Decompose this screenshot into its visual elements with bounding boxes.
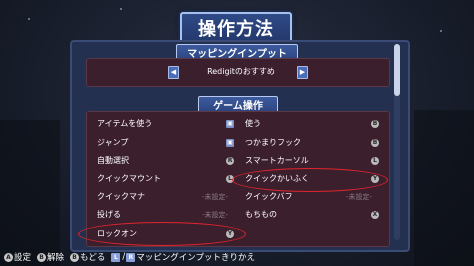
button-hints-bar: A 設定 B 解除 B もどる L / R マッピングインプットきりかえ <box>4 250 261 264</box>
highlight-oval-quick-heal <box>232 168 388 192</box>
hint-label: マッピングインプットきりかえ <box>136 253 255 263</box>
panel-scrollbar[interactable] <box>394 44 400 240</box>
control-label: 使う <box>245 119 261 128</box>
hint-label: 解除 <box>47 253 65 263</box>
r-button-icon: R <box>226 157 234 165</box>
preset-next-arrow-icon[interactable]: ▶ <box>297 66 308 79</box>
dpad-square-icon: ▣ <box>226 139 234 147</box>
control-label: つかまりフック <box>245 138 301 147</box>
control-row-throw[interactable]: 投げる -未設定- <box>90 207 240 223</box>
hint-back: B もどる <box>70 251 105 263</box>
unset-label: -未設定- <box>346 193 373 201</box>
control-label: もちもの <box>245 210 277 219</box>
control-row-grapple-hook[interactable]: つかまりフック B <box>238 135 384 151</box>
control-label: スマートカーソル <box>245 156 309 165</box>
control-row-use-item[interactable]: アイテムを使う ▣ <box>90 116 240 132</box>
star <box>28 18 30 20</box>
star <box>120 8 122 10</box>
r-button-icon: R <box>126 252 136 262</box>
l-button-icon: L <box>371 157 379 165</box>
control-row-inventory[interactable]: もちもの X <box>238 207 384 223</box>
hint-label: 設定 <box>14 253 32 263</box>
b-button-icon: B <box>70 252 80 262</box>
control-label: 自動選択 <box>97 156 129 165</box>
highlight-oval-lock-on <box>78 222 246 246</box>
control-label: クイックマナ <box>97 192 145 201</box>
dpad-square-icon: ▣ <box>226 120 234 128</box>
preset-name: Redigitのおすすめ <box>207 67 275 76</box>
control-row-auto-select[interactable]: 自動選択 R <box>90 153 240 169</box>
b-button-icon: B <box>371 139 379 147</box>
screen-title: 操作方法 <box>198 19 274 40</box>
preset-prev-arrow-icon[interactable]: ◀ <box>168 66 179 79</box>
x-button-icon: X <box>371 211 379 219</box>
b-button-icon: B <box>37 252 47 262</box>
unset-label: -未設定- <box>202 193 229 201</box>
control-row-quick-mount[interactable]: クイックマウント L <box>90 171 240 187</box>
tree-silhouette-left <box>0 120 60 266</box>
star <box>440 30 442 32</box>
hint-switch-mapping: L / R マッピングインプットきりかえ <box>111 251 255 263</box>
scrollbar-thumb[interactable] <box>394 44 400 96</box>
control-label: 投げる <box>97 210 121 219</box>
l-button-icon: L <box>111 252 121 262</box>
control-label: ジャンプ <box>97 138 129 147</box>
unset-label: -未設定- <box>202 211 229 219</box>
control-row-smart-cursor[interactable]: スマートカーソル L <box>238 153 384 169</box>
control-label: アイテムを使う <box>97 119 153 128</box>
control-row-quick-mana[interactable]: クイックマナ -未設定- <box>90 189 240 205</box>
hint-label: もどる <box>80 253 106 263</box>
a-button-icon: A <box>4 252 13 262</box>
b-button-icon: B <box>371 120 379 128</box>
game-controls-title: ゲーム操作 <box>213 101 263 112</box>
hint-clear: B 解除 <box>37 251 64 263</box>
control-row-jump[interactable]: ジャンプ ▣ <box>90 135 240 151</box>
tree-silhouette-right <box>414 110 474 266</box>
control-row-use[interactable]: 使う B <box>238 116 384 132</box>
control-label: クイックマウント <box>97 174 161 183</box>
hint-set: A 設定 <box>4 251 31 263</box>
